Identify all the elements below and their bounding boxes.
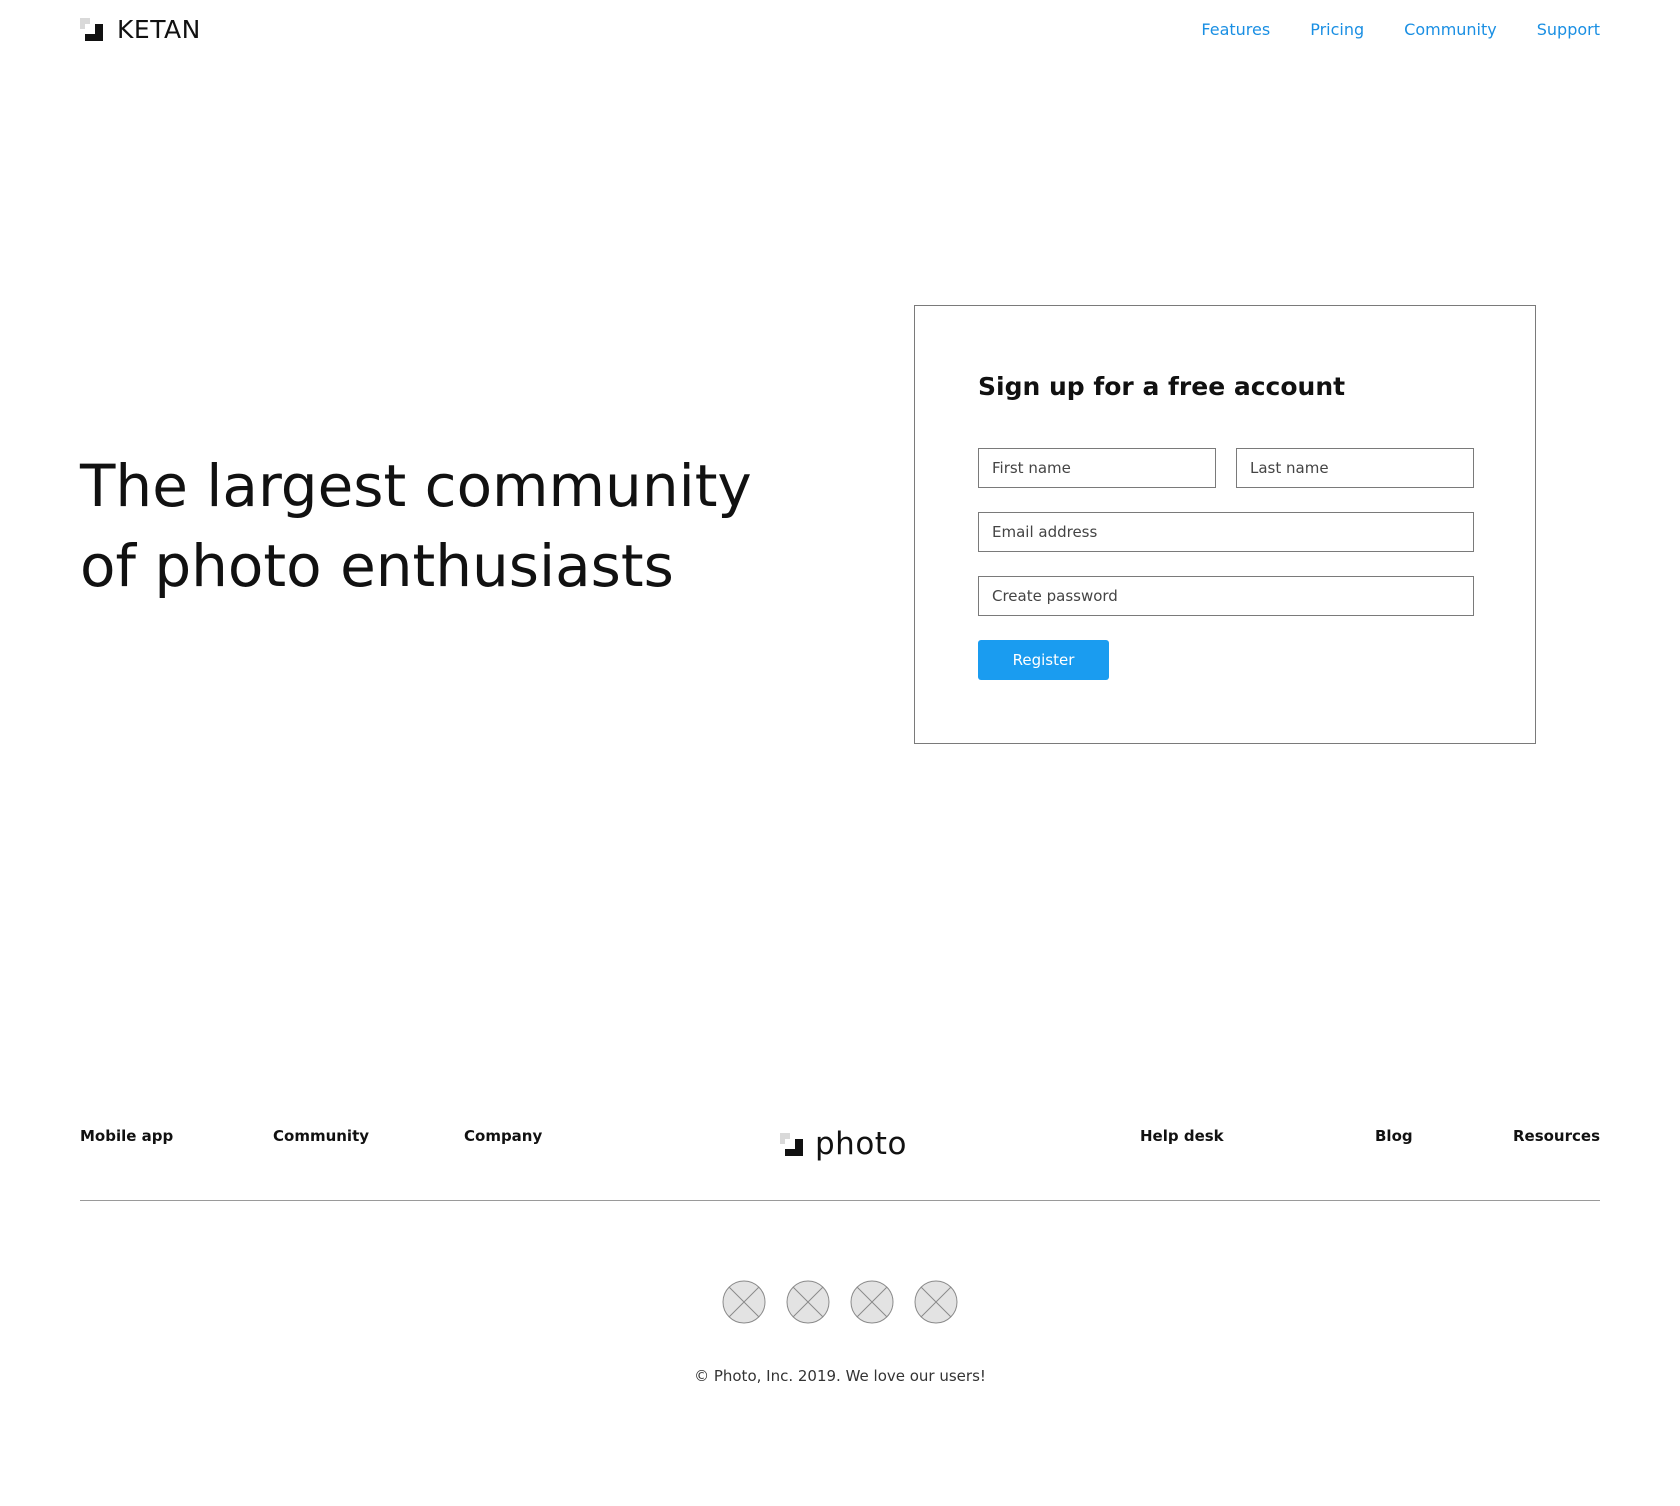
brand-link[interactable]: KETAN — [80, 15, 201, 44]
social-links — [722, 1280, 958, 1324]
footer-link-company[interactable]: Company — [464, 1127, 542, 1145]
signup-title: Sign up for a free account — [978, 372, 1346, 401]
logo-icon — [80, 17, 103, 41]
hero-title-line2: of photo enthusiasts — [80, 532, 674, 600]
footer-divider — [80, 1200, 1600, 1201]
nav-support[interactable]: Support — [1537, 20, 1600, 39]
logo-icon — [780, 1132, 803, 1156]
placeholder-image-icon[interactable] — [850, 1280, 894, 1324]
brand-name: KETAN — [117, 14, 201, 44]
hero-title: The largest community of photo enthusias… — [80, 446, 800, 606]
nav-pricing[interactable]: Pricing — [1310, 20, 1364, 39]
footer-brand-name: photo — [815, 1126, 907, 1162]
main-nav: Features Pricing Community Support — [1201, 20, 1600, 39]
footer-link-blog[interactable]: Blog — [1375, 1127, 1413, 1145]
footer-brand-link[interactable]: photo — [780, 1126, 907, 1162]
last-name-field[interactable] — [1236, 448, 1474, 488]
footer-link-resources[interactable]: Resources — [1513, 1127, 1600, 1145]
first-name-field[interactable] — [978, 448, 1216, 488]
hero-title-line1: The largest community — [80, 452, 752, 520]
footer-link-help-desk[interactable]: Help desk — [1140, 1127, 1224, 1145]
nav-community[interactable]: Community — [1404, 20, 1497, 39]
password-field[interactable] — [978, 576, 1474, 616]
copyright-text: © Photo, Inc. 2019. We love our users! — [694, 1367, 986, 1385]
footer-link-mobile-app[interactable]: Mobile app — [80, 1127, 173, 1145]
register-button[interactable]: Register — [978, 640, 1109, 680]
page: KETAN Features Pricing Community Support… — [0, 0, 1680, 1506]
placeholder-image-icon[interactable] — [786, 1280, 830, 1324]
signup-card: Sign up for a free account Register — [914, 305, 1536, 744]
footer-link-community[interactable]: Community — [273, 1127, 369, 1145]
placeholder-image-icon[interactable] — [722, 1280, 766, 1324]
nav-features[interactable]: Features — [1201, 20, 1270, 39]
placeholder-image-icon[interactable] — [914, 1280, 958, 1324]
site-header: KETAN Features Pricing Community Support — [80, 14, 1600, 44]
email-field[interactable] — [978, 512, 1474, 552]
